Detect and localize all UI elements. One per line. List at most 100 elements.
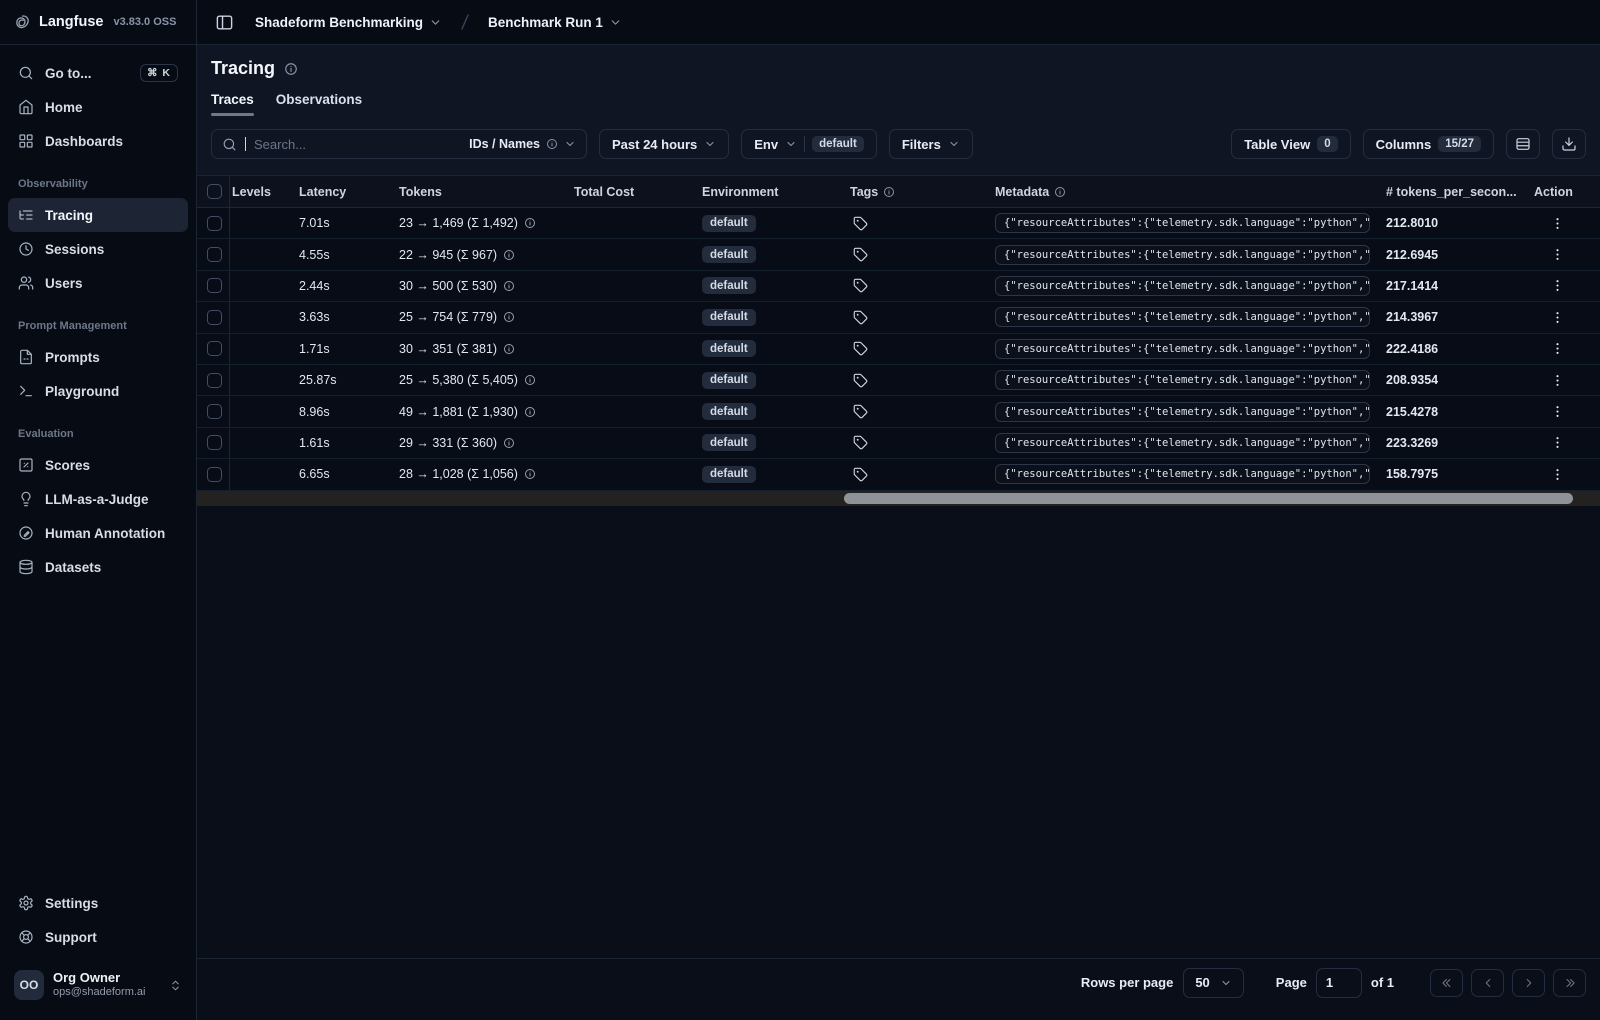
row-actions-button[interactable] xyxy=(1550,310,1565,325)
sidebar-item-home[interactable]: Home xyxy=(8,90,188,124)
tag-icon[interactable] xyxy=(853,404,868,419)
table-row[interactable]: 3.63s 25 → 754 (Σ 779) default {"resourc… xyxy=(197,302,1600,334)
columns-button[interactable]: Columns 15/27 xyxy=(1362,129,1494,159)
row-actions-button[interactable] xyxy=(1550,247,1565,262)
row-actions-button[interactable] xyxy=(1550,467,1565,482)
tag-icon[interactable] xyxy=(853,278,868,293)
sidebar-item-human-annotation[interactable]: Human Annotation xyxy=(8,516,188,550)
row-checkbox[interactable] xyxy=(206,278,222,294)
search-input[interactable]: Search... IDs / Names xyxy=(211,129,587,159)
sidebar-toggle-button[interactable] xyxy=(209,7,239,37)
row-checkbox[interactable] xyxy=(206,372,222,388)
table-row[interactable]: 4.55s 22 → 945 (Σ 967) default {"resourc… xyxy=(197,239,1600,271)
column-header-levels[interactable]: Levels xyxy=(230,185,297,199)
tab-traces[interactable]: Traces xyxy=(211,92,254,116)
row-height-button[interactable] xyxy=(1506,129,1540,159)
row-checkbox[interactable] xyxy=(206,404,222,420)
tag-icon[interactable] xyxy=(853,467,868,482)
metadata-chip[interactable]: {"resourceAttributes":{"telemetry.sdk.la… xyxy=(995,275,1370,296)
sidebar-item-support[interactable]: Support xyxy=(8,920,188,954)
sidebar-item-goto[interactable]: Go to... ⌘ K xyxy=(8,56,188,90)
tab-observations[interactable]: Observations xyxy=(276,92,362,116)
action-cell xyxy=(1532,247,1600,262)
tokens-per-second-cell: 212.8010 xyxy=(1386,216,1439,231)
column-header-tokens[interactable]: Tokens xyxy=(397,185,557,199)
metadata-chip[interactable]: {"resourceAttributes":{"telemetry.sdk.la… xyxy=(995,338,1370,359)
export-button[interactable] xyxy=(1552,129,1586,159)
table-row[interactable]: 6.65s 28 → 1,028 (Σ 1,056) default {"res… xyxy=(197,459,1600,491)
traces-table: Levels Latency Tokens Total Cost Environ… xyxy=(197,175,1600,506)
row-actions-button[interactable] xyxy=(1550,278,1565,293)
user-menu[interactable]: OO Org Owner ops@shadeform.ai xyxy=(8,964,188,1006)
env-label: Env xyxy=(754,136,779,152)
sidebar-item-tracing[interactable]: Tracing xyxy=(8,198,188,232)
column-header-action: Action xyxy=(1534,184,1573,199)
tokens-per-second-cell: 222.4186 xyxy=(1386,341,1439,356)
row-checkbox[interactable] xyxy=(206,466,222,482)
time-range-button[interactable]: Past 24 hours xyxy=(599,129,730,159)
metadata-chip[interactable]: {"resourceAttributes":{"telemetry.sdk.la… xyxy=(995,401,1370,422)
search-type-dropdown[interactable]: IDs / Names xyxy=(469,137,576,151)
last-page-button[interactable] xyxy=(1553,968,1586,997)
row-checkbox[interactable] xyxy=(206,309,222,325)
tag-icon[interactable] xyxy=(853,216,868,231)
table-row[interactable]: 25.87s 25 → 5,380 (Σ 5,405) default {"re… xyxy=(197,364,1600,397)
tag-icon[interactable] xyxy=(853,435,868,450)
org-switcher[interactable]: Shadeform Benchmarking xyxy=(249,11,448,34)
row-checkbox[interactable] xyxy=(206,435,222,451)
row-actions-button[interactable] xyxy=(1550,341,1565,356)
sidebar-item-dashboards[interactable]: Dashboards xyxy=(8,124,188,158)
horizontal-scrollbar-thumb[interactable] xyxy=(843,492,1574,504)
table-row[interactable]: 2.44s 30 → 500 (Σ 530) default {"resourc… xyxy=(197,270,1600,303)
metadata-chip[interactable]: {"resourceAttributes":{"telemetry.sdk.la… xyxy=(995,213,1370,234)
metadata-chip[interactable]: {"resourceAttributes":{"telemetry.sdk.la… xyxy=(995,464,1370,485)
tokens-value: 30 → 351 (Σ 381) xyxy=(399,341,498,356)
column-header-metadata[interactable]: Metadata xyxy=(993,185,1384,199)
column-header-latency[interactable]: Latency xyxy=(297,185,397,199)
tag-icon[interactable] xyxy=(853,341,868,356)
column-header-tags[interactable]: Tags xyxy=(848,185,993,199)
tag-icon[interactable] xyxy=(853,247,868,262)
project-switcher[interactable]: Benchmark Run 1 xyxy=(482,11,628,34)
row-checkbox[interactable] xyxy=(206,341,222,357)
column-header-environment[interactable]: Environment xyxy=(700,185,848,199)
metadata-chip[interactable]: {"resourceAttributes":{"telemetry.sdk.la… xyxy=(995,307,1370,328)
sidebar-item-scores[interactable]: Scores xyxy=(8,448,188,482)
next-page-button[interactable] xyxy=(1512,968,1545,997)
table-view-button[interactable]: Table View 0 xyxy=(1231,129,1351,159)
sidebar-item-playground[interactable]: Playground xyxy=(8,374,188,408)
env-filter-button[interactable]: Env default xyxy=(741,129,877,159)
filters-button[interactable]: Filters xyxy=(888,129,973,159)
row-actions-button[interactable] xyxy=(1550,404,1565,419)
sidebar-item-prompts[interactable]: Prompts xyxy=(8,340,188,374)
column-header-total-cost[interactable]: Total Cost xyxy=(557,185,700,199)
table-row[interactable]: 1.71s 30 → 351 (Σ 381) default {"resourc… xyxy=(197,333,1600,365)
row-actions-button[interactable] xyxy=(1550,435,1565,450)
sidebar-item-settings[interactable]: Settings xyxy=(8,886,188,920)
tag-icon[interactable] xyxy=(853,310,868,325)
info-icon xyxy=(504,280,515,291)
rows-per-page-select[interactable]: 50 xyxy=(1183,967,1244,998)
row-checkbox[interactable] xyxy=(206,247,222,263)
tag-icon[interactable] xyxy=(853,373,868,388)
metadata-chip[interactable]: {"resourceAttributes":{"telemetry.sdk.la… xyxy=(995,370,1370,391)
sidebar-item-users[interactable]: Users xyxy=(8,266,188,300)
table-row[interactable]: 8.96s 49 → 1,881 (Σ 1,930) default {"res… xyxy=(197,396,1600,428)
first-page-button[interactable] xyxy=(1430,968,1463,997)
column-header-tokens-per-second[interactable]: # tokens_per_secon... xyxy=(1384,185,1532,199)
previous-page-button[interactable] xyxy=(1471,968,1504,997)
sidebar-item-datasets[interactable]: Datasets xyxy=(8,550,188,584)
table-view-label: Table View xyxy=(1244,136,1311,152)
row-actions-button[interactable] xyxy=(1550,373,1565,388)
row-checkbox[interactable] xyxy=(206,215,222,231)
table-row[interactable]: 7.01s 23 → 1,469 (Σ 1,492) default {"res… xyxy=(197,208,1600,240)
table-row[interactable]: 1.61s 29 → 331 (Σ 360) default {"resourc… xyxy=(197,427,1600,460)
metadata-chip[interactable]: {"resourceAttributes":{"telemetry.sdk.la… xyxy=(995,244,1370,265)
select-all-checkbox[interactable] xyxy=(206,184,222,199)
sidebar-item-sessions[interactable]: Sessions xyxy=(8,232,188,266)
metadata-chip[interactable]: {"resourceAttributes":{"telemetry.sdk.la… xyxy=(995,432,1370,453)
sidebar-item-llm-as-a-judge[interactable]: LLM-as-a-Judge xyxy=(8,482,188,516)
row-actions-button[interactable] xyxy=(1550,216,1565,231)
metadata-cell: {"resourceAttributes":{"telemetry.sdk.la… xyxy=(993,244,1384,265)
page-number-input[interactable] xyxy=(1315,967,1362,998)
